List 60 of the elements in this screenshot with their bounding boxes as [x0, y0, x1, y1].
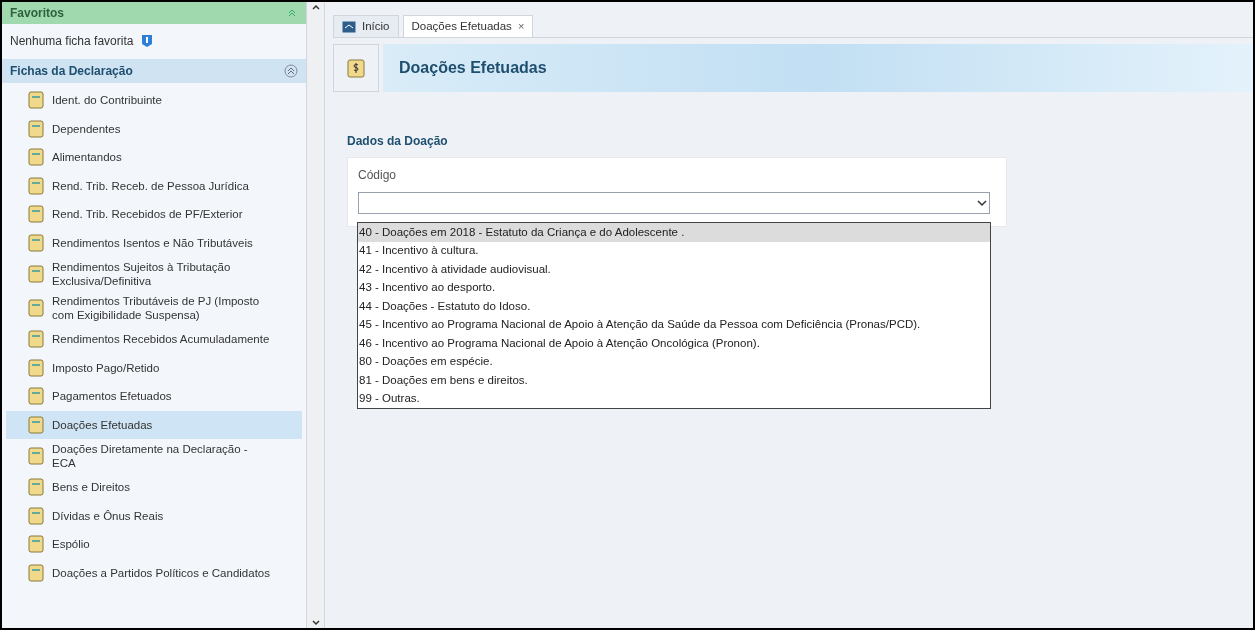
empty-message: Nenhuma ficha favorita — [10, 33, 134, 50]
sidebar-item[interactable]: Dependentes — [6, 114, 302, 143]
dropdown-option[interactable]: 80 - Doações em espécie. — [358, 352, 990, 371]
dropdown-option[interactable]: 44 - Doações - Estatuto do Idoso. — [358, 297, 990, 316]
tab[interactable]: Doações Efetuadas × — [402, 15, 534, 37]
dropdown-option[interactable]: 99 - Outras. — [358, 389, 990, 408]
form-icon — [28, 447, 44, 465]
dropdown-option[interactable]: 40 - Doações em 2018 - Estatuto da Criança e do Adolescente . — [358, 223, 990, 242]
sidebar-item[interactable]: Rendimentos Recebidos Acumuladamente — [6, 325, 302, 354]
form-icon — [28, 506, 44, 525]
section-title: Fichas da Declaração — [10, 63, 133, 80]
sidebar-item[interactable]: Doações Efetuadas — [6, 410, 302, 439]
form-icon — [28, 387, 44, 406]
sidebar-item[interactable]: Rendimentos Tributáveis de PJ (Imposto com Exigibilidade Suspensa) — [6, 291, 302, 325]
dropdown-option[interactable]: 42 - Incentivo à atividade audiovisual. — [358, 260, 990, 279]
sidebar-item[interactable]: Doações Diretamente na Declaração - ECA — [6, 439, 302, 473]
dropdown-option[interactable]: 41 - Incentivo à cultura. — [358, 241, 990, 260]
form-icon — [28, 176, 44, 195]
money-bag-icon — [347, 57, 365, 79]
dropdown-option[interactable]: 45 - Incentivo ao Programa Nacional de Apoio à Atenção da Saúde da Pessoa com Deficiência (Pronas/PCD). — [358, 315, 990, 334]
section-header[interactable]: Fichas da Declaração — [2, 59, 306, 83]
sidebar-item[interactable]: Doações a Partidos Políticos e Candidatos — [6, 558, 302, 587]
page-title: Doações Efetuadas — [399, 58, 547, 78]
form-icon — [28, 91, 44, 110]
collapse-icon[interactable] — [284, 64, 298, 78]
sidebar-item[interactable]: Espólio — [6, 530, 302, 559]
sidebar-item[interactable]: Ident. do Contribuinte — [6, 86, 302, 115]
favorites-title: Favoritos — [10, 5, 64, 22]
form-icon — [28, 478, 44, 497]
sidebar-item[interactable]: Imposto Pago/Retido — [6, 353, 302, 382]
section-heading: Dados da Doação — [347, 133, 449, 150]
form-icon — [28, 358, 44, 377]
form-icon — [28, 205, 44, 224]
scroll-down-icon[interactable] — [310, 618, 321, 628]
form-icon — [28, 265, 44, 283]
sidebar-item[interactable]: Rendimentos Sujeitos à Tributação Exclusiva/Definitiva — [6, 257, 302, 291]
form-icon — [28, 119, 44, 138]
form-icon — [28, 148, 44, 167]
form-icon — [28, 535, 44, 554]
form-icon — [28, 415, 44, 434]
scroll-up-icon[interactable] — [310, 2, 321, 12]
field-label: Código — [358, 167, 398, 184]
tab[interactable]: Início — [333, 15, 399, 37]
sidebar-item[interactable]: Bens e Direitos — [6, 473, 302, 502]
sidebar-item[interactable]: Rend. Trib. Receb. de Pessoa Jurídica — [6, 171, 302, 200]
form-icon — [28, 563, 44, 582]
info-icon — [141, 34, 154, 48]
favorites-header[interactable]: Favoritos — [2, 2, 306, 24]
dropdown-option[interactable]: 46 - Incentivo ao Programa Nacional de Apoio à Atenção Oncológica (Pronon). — [358, 334, 990, 353]
dropdown-option[interactable]: 81 - Doações em bens e direitos. — [358, 371, 990, 390]
sidebar-item[interactable]: Dívidas e Ônus Reais — [6, 501, 302, 530]
sidebar-item[interactable]: Rend. Trib. Recebidos de PF/Exterior — [6, 200, 302, 229]
form-icon — [28, 330, 44, 349]
dropdown-option[interactable]: 43 - Incentivo ao desporto. — [358, 278, 990, 297]
form-icon — [28, 299, 44, 317]
form-icon — [28, 233, 44, 252]
close-icon[interactable]: × — [517, 18, 525, 35]
sidebar-item[interactable]: Rendimentos Isentos e Não Tributáveis — [6, 228, 302, 257]
sidebar-item[interactable]: Alimentandos — [6, 143, 302, 172]
sidebar-item[interactable]: Pagamentos Efetuados — [6, 382, 302, 411]
